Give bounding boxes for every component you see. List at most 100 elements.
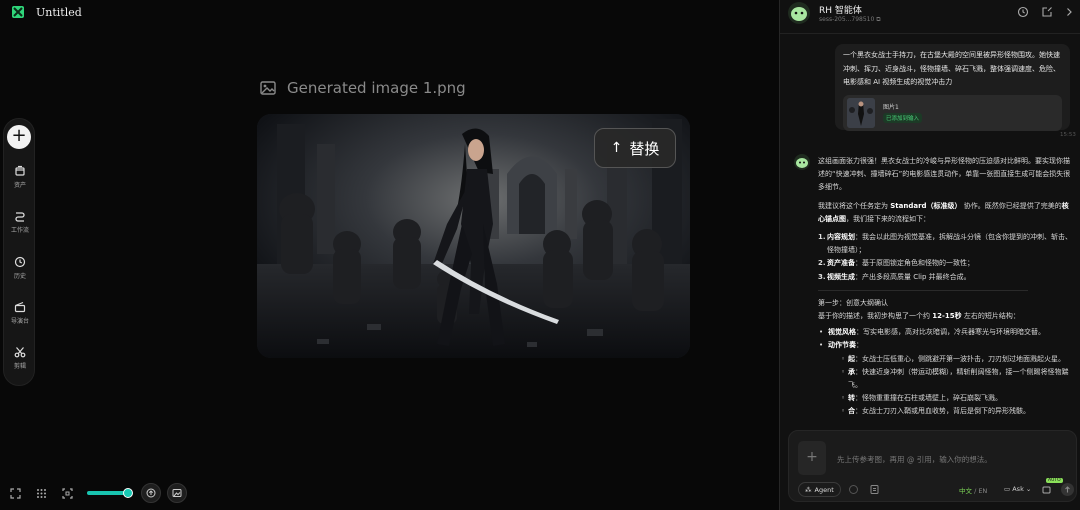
- lang-zh[interactable]: 中文: [959, 487, 972, 495]
- list-item: 承：快速近身冲刺（带运动模糊），精斩削阔怪物，接一个侧踢将怪物踹飞。: [840, 366, 1073, 392]
- model-icon[interactable]: [1041, 484, 1052, 495]
- chat-bubble-icon: ▭: [1004, 485, 1011, 493]
- new-chat-icon[interactable]: [1041, 6, 1053, 18]
- ask-mode-dropdown[interactable]: ▭ Ask ⌄: [1004, 485, 1031, 493]
- agent-icon: ⁂: [805, 485, 812, 494]
- list-item: 视觉风格：写实电影感，高对比灰暗调，冷兵器寒光与环境明暗交替。: [818, 326, 1073, 339]
- lang-en[interactable]: EN: [978, 487, 987, 495]
- grid-icon[interactable]: [31, 483, 51, 503]
- fit-view-icon[interactable]: [5, 483, 25, 503]
- bullet-title: 起: [848, 354, 855, 363]
- bot-avatar: [794, 154, 810, 170]
- chat-input[interactable]: 先上传参考图，再用 @ 引用，输入你的想法。: [837, 454, 992, 465]
- note-icon[interactable]: [869, 484, 880, 495]
- picture-icon: [172, 489, 182, 497]
- bullet-text: ：女战士压低重心，侧跳避开第一波扑击，刀刃划过地面溅起火星。: [855, 354, 1065, 363]
- clock-icon[interactable]: [1017, 6, 1029, 18]
- bullet-text: ：怪物重重撞在石柱或墙壁上，碎石崩裂飞溅。: [855, 394, 1002, 403]
- file-header: Generated image 1.png: [260, 79, 466, 97]
- sidebar-item-label: 工作流: [10, 227, 29, 234]
- step-title: 资产准备: [827, 259, 855, 268]
- sidebar-item-director[interactable]: 导演台: [4, 301, 36, 325]
- chat-input-box[interactable]: + 先上传参考图，再用 @ 引用，输入你的想法。 ⁂ Agent 中文 / EN …: [788, 430, 1077, 502]
- image-icon: [260, 81, 276, 95]
- bullet-text: ：写实电影感，高对比灰暗调，冷兵器寒光与环境明暗交替。: [856, 328, 1045, 337]
- bullet-title: 动作节奏: [828, 341, 856, 350]
- bullet-title: 承: [848, 367, 855, 376]
- agent-avatar: [788, 2, 810, 24]
- step-number: 1.: [818, 233, 826, 242]
- file-name: Generated image 1.png: [287, 79, 466, 97]
- list-item: 3. 视频生成：产出多段高质量 Clip 并最终合成。: [818, 271, 1073, 284]
- text-span: 基于你的描述，我初步构思了一个约: [818, 312, 933, 321]
- step-number: 2.: [818, 259, 826, 268]
- zoom-slider-handle[interactable]: [123, 488, 133, 498]
- text-span: 协作。既然你已经提供了完美的: [961, 201, 1062, 210]
- sidebar-item-label: 资产: [13, 182, 26, 189]
- sidebar-item-assets[interactable]: 资产: [4, 165, 36, 189]
- left-sidebar: + 资产 工作流 历史 导演台 剪辑: [3, 118, 35, 386]
- agent-mode-button[interactable]: ⁂ Agent: [798, 482, 841, 497]
- bot-paragraph: 我建议将这个任务定为 Standard（标准级） 协作。既然你已经提供了完美的核…: [818, 200, 1073, 226]
- attachment-name: 图片1: [883, 103, 899, 111]
- bot-paragraph: 这组画面张力很强！黑衣女战士的冷峻与异形怪物的压迫感对比鲜明。要实现你描述的“快…: [818, 157, 1071, 192]
- text-bold: Standard（标准级）: [890, 201, 962, 210]
- bottom-toolbar: [5, 482, 187, 504]
- step-text: ：我会以此图为视觉基准，拆解战斗分镜（包含你提到的冲刺、斩击、怪物撞墙）；: [827, 233, 1072, 255]
- sidebar-item-label: 历史: [13, 273, 26, 280]
- list-item: 起：女战士压低重心，侧跳避开第一波扑击，刀刃划过地面溅起火星。: [840, 353, 1073, 366]
- copy-icon[interactable]: ⧉: [876, 16, 880, 23]
- list-item: 动作节奏： 起：女战士压低重心，侧跳避开第一波扑击，刀刃划过地面溅起火星。 承：…: [818, 339, 1073, 418]
- history-icon: [14, 256, 26, 268]
- text-bold: 12-15秒: [932, 312, 962, 321]
- send-button[interactable]: [1061, 483, 1074, 496]
- chevron-down-icon: ⌄: [1025, 485, 1032, 493]
- language-toggle[interactable]: 中文 / EN: [959, 485, 987, 495]
- arrow-up-icon: ↑: [610, 140, 623, 156]
- divider: [780, 33, 1080, 34]
- chevron-right-icon[interactable]: [1063, 6, 1075, 18]
- sidebar-item-edit[interactable]: 剪辑: [4, 346, 36, 370]
- settings-icon[interactable]: [848, 484, 859, 495]
- agent-panel: RH 智能体 sess-205...798510 ⧉ 一个黑衣女战士手持刀，在古…: [779, 0, 1080, 510]
- app-logo-icon[interactable]: [11, 5, 25, 19]
- add-reference-button[interactable]: +: [798, 441, 826, 475]
- agent-mode-label: Agent: [814, 485, 834, 494]
- attachment-card[interactable]: 图片1 已添加到输入: [843, 94, 1062, 131]
- agent-name: RH 智能体: [819, 6, 862, 16]
- list-item: 合：女战士刀刃入鞘或甩血收势，背后是倒下的异形残骸。: [840, 405, 1073, 418]
- upload-button[interactable]: [141, 483, 161, 503]
- asset-icon: [15, 165, 25, 176]
- sidebar-item-label: 剪辑: [13, 363, 26, 370]
- bot-paragraph: 基于你的描述，我初步构思了一个约 12-15秒 左右的短片结构：: [818, 310, 1073, 323]
- bullet-title: 视觉风格: [828, 328, 856, 337]
- bullet-title: 转: [848, 394, 855, 403]
- replace-button[interactable]: ↑ 替换: [594, 128, 676, 168]
- scissors-icon: [14, 347, 26, 358]
- replace-label: 替换: [629, 139, 660, 158]
- step-number: 3.: [818, 272, 826, 281]
- step-text: ：基于原图锁定角色和怪物的一致性；: [855, 259, 974, 268]
- text-span: 左右的短片结构：: [961, 312, 1020, 321]
- attachment-thumbnail: [847, 97, 875, 128]
- sidebar-item-history[interactable]: 历史: [4, 256, 36, 280]
- app-title[interactable]: Untitled: [36, 6, 82, 19]
- step-heading: 第一步：创意大纲确认: [818, 298, 888, 307]
- bullet-title: 合: [848, 407, 855, 416]
- text-span: ，我们接下来的流程如下：: [846, 214, 930, 223]
- message-time: 15:53: [1060, 132, 1076, 138]
- add-button[interactable]: +: [7, 125, 31, 149]
- zoom-slider[interactable]: [87, 488, 133, 498]
- ask-label: Ask: [1012, 485, 1024, 493]
- sidebar-item-label: 导演台: [10, 318, 29, 325]
- list-item: 2. 资产准备：基于原图锁定角色和怪物的一致性；: [818, 257, 1073, 270]
- text-span: 我建议将这个任务定为: [818, 201, 891, 210]
- sidebar-item-workflow[interactable]: 工作流: [4, 210, 36, 234]
- image-button[interactable]: [167, 483, 187, 503]
- step-text: ：产出多段高质量 Clip 并最终合成。: [855, 272, 971, 281]
- fullscreen-icon[interactable]: [57, 483, 77, 503]
- user-message: 一个黑衣女战士手持刀，在古堡大殿的空间里被异形怪物围攻。她快速冲刺、挥刀、近身战…: [835, 44, 1070, 131]
- bot-message: 这组画面张力很强！黑衣女战士的冷峻与异形怪物的压迫感对比鲜明。要实现你描述的“快…: [818, 155, 1073, 419]
- workflow-icon: [15, 212, 25, 222]
- outline-list: 视觉风格：写实电影感，高对比灰暗调，冷兵器寒光与环境明暗交替。 动作节奏： 起：…: [818, 326, 1073, 419]
